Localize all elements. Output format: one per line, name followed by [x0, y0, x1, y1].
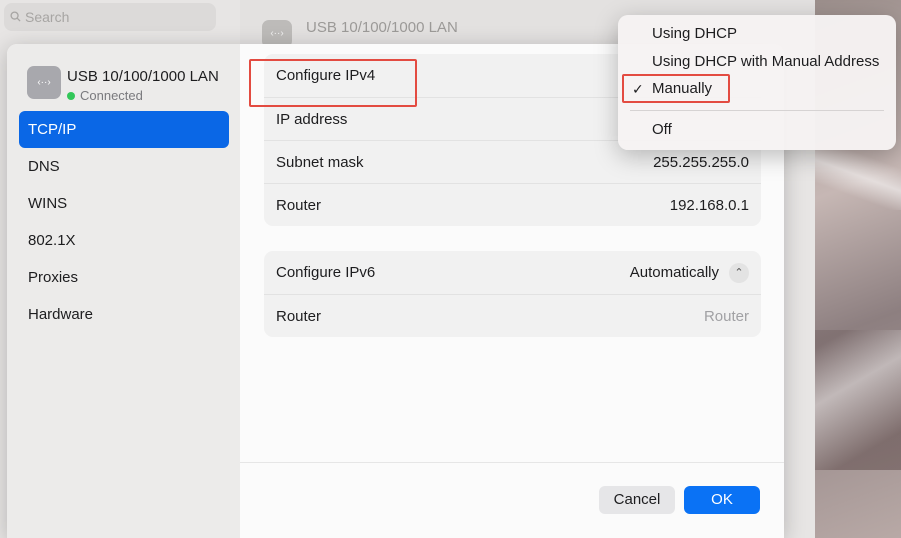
configure-ipv4-label: Configure IPv4 [276, 67, 376, 84]
checkmark-icon: ✓ [632, 81, 644, 97]
search-icon [10, 9, 21, 25]
ip-address-label: IP address [276, 110, 348, 128]
background-header-title: USB 10/100/1000 LAN [306, 19, 458, 36]
menu-item-manually-label: Manually [652, 80, 713, 97]
menu-item-using-dhcp[interactable]: Using DHCP [618, 22, 896, 46]
configure-ipv4-menu: Using DHCP Using DHCP with Manual Addres… [618, 15, 896, 150]
sidebar: ‹··› USB 10/100/1000 LAN Connected TCP/I… [7, 44, 240, 538]
configure-ipv6-row: Configure IPv6 Automatically ⌃ [264, 251, 761, 294]
ipv4-router-field[interactable]: 192.168.0.1 [670, 197, 749, 214]
sidebar-item-wins[interactable]: WINS [19, 185, 229, 222]
sidebar-list: TCP/IP DNS WINS 802.1X Proxies Hardware [19, 111, 229, 333]
footer-divider [240, 462, 784, 463]
menu-item-using-dhcp-manual[interactable]: Using DHCP with Manual Address [618, 50, 896, 74]
sidebar-item-tcpip[interactable]: TCP/IP [19, 111, 229, 148]
search-placeholder: Search [25, 9, 70, 25]
menu-item-manually[interactable]: ✓ Manually [618, 77, 896, 101]
subnet-mask-field[interactable]: 255.255.255.0 [653, 154, 749, 171]
menu-separator [630, 110, 884, 111]
connected-dot-icon [67, 92, 75, 100]
subnet-mask-label: Subnet mask [276, 153, 364, 171]
chevron-up-down-icon: ⌃ [729, 262, 749, 283]
sidebar-item-8021x[interactable]: 802.1X [19, 222, 229, 259]
ipv4-router-row: Router 192.168.0.1 [264, 183, 761, 226]
configure-ipv6-label: Configure IPv6 [276, 264, 376, 281]
ipv6-router-field[interactable]: Router [704, 308, 749, 325]
sidebar-item-hardware[interactable]: Hardware [19, 296, 229, 333]
ipv6-router-row: Router Router [264, 294, 761, 337]
ok-button[interactable]: OK [684, 486, 760, 514]
network-name: USB 10/100/1000 LAN [67, 68, 219, 85]
menu-item-off[interactable]: Off [618, 118, 896, 142]
network-header: ‹··› USB 10/100/1000 LAN Connected [27, 66, 237, 106]
sidebar-item-proxies[interactable]: Proxies [19, 259, 229, 296]
network-status: Connected [67, 88, 143, 103]
cancel-button[interactable]: Cancel [599, 486, 675, 514]
ipv4-router-label: Router [276, 196, 322, 214]
network-icon: ‹··› [27, 66, 61, 99]
ipv6-group: Configure IPv6 Automatically ⌃ Router Ro… [264, 251, 761, 337]
background-search-field[interactable]: Search [4, 3, 216, 31]
network-status-text: Connected [80, 88, 143, 103]
sidebar-item-dns[interactable]: DNS [19, 148, 229, 185]
configure-ipv6-popup[interactable]: Automatically ⌃ [629, 262, 749, 283]
configure-ipv6-value: Automatically [629, 264, 719, 281]
ipv6-router-label: Router [276, 307, 322, 325]
